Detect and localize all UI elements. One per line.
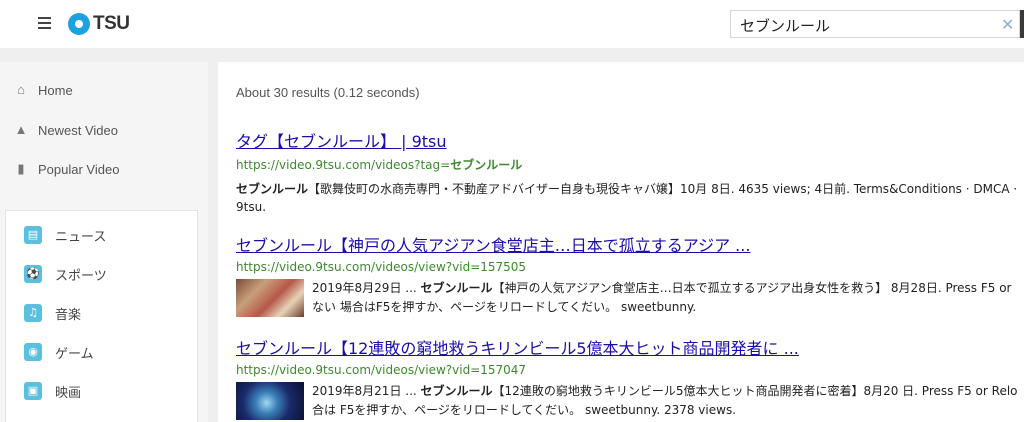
search-input[interactable]	[740, 16, 990, 34]
result-url: https://video.9tsu.com/videos/view?vid=1…	[236, 260, 527, 274]
film-icon: ▣	[24, 382, 42, 400]
sidebar: ⌂ Home ▲ Newest Video ▮ Popular Video ▤ …	[0, 62, 208, 422]
sidebar-item-label: Popular Video	[38, 161, 120, 177]
soccer-ball-icon: ⚽	[24, 265, 42, 283]
result-snippet: 2019年8月29日 ... セブンルール【神戸の人気アジアン食堂店主…日本で孤…	[312, 281, 1012, 314]
result-snippet: 2019年8月21日 ... セブンルール【12連敗の窮地救うキリンビール5億本…	[312, 384, 1018, 417]
category-item-sports[interactable]: ⚽ スポーツ	[24, 263, 107, 285]
hamburger-menu-icon[interactable]	[38, 17, 51, 29]
thumbs-up-icon: ▮	[17, 161, 25, 176]
category-item-music[interactable]: ♫ 音楽	[24, 302, 81, 324]
video-thumbnail[interactable]	[236, 382, 304, 420]
result-title-link[interactable]: タグ【セブンルール】 | 9tsu	[236, 128, 1024, 152]
result-item: タグ【セブンルール】 | 9tsu https://video.9tsu.com…	[236, 128, 1024, 216]
sidebar-item-popular-video[interactable]: ▮ Popular Video	[14, 159, 119, 179]
search-button[interactable]	[1020, 10, 1024, 38]
logo-pin-icon	[68, 13, 90, 35]
category-label: 音楽	[55, 307, 82, 323]
sidebar-divider	[208, 62, 218, 422]
category-label: ゲーム	[55, 346, 94, 362]
category-item-games[interactable]: ◉ ゲーム	[24, 341, 94, 363]
result-url: https://video.9tsu.com/videos?tag=セブンルール	[236, 158, 523, 172]
logo-text: TSU	[93, 13, 130, 34]
gamepad-icon: ◉	[24, 343, 42, 361]
category-list: ▤ ニュース ⚽ スポーツ ♫ 音楽 ◉ ゲーム ▣ 映画	[5, 210, 198, 422]
search-box: ✕	[730, 10, 1020, 38]
site-logo[interactable]: TSU	[68, 11, 130, 37]
result-title-link[interactable]: セブンルール【12連敗の窮地救うキリンビール5億本大ヒット商品開発者に ...	[236, 335, 1024, 359]
result-title-link[interactable]: セブンルール【神戸の人気アジアン食堂店主…日本で孤立するアジア ...	[236, 232, 1024, 256]
video-thumbnail[interactable]	[236, 279, 304, 317]
result-stats: About 30 results (0.12 seconds)	[236, 85, 420, 100]
category-item-news[interactable]: ▤ ニュース	[24, 224, 106, 246]
result-snippet: セブンルール【歌舞伎町の水商売専門・不動産アドバイザー自身も現役キャバ嬢】10月…	[236, 182, 1018, 214]
sidebar-item-label: Newest Video	[38, 122, 118, 138]
search-results: About 30 results (0.12 seconds) タグ【セブンルー…	[218, 62, 1024, 422]
category-label: スポーツ	[55, 268, 107, 284]
category-label: 映画	[55, 385, 82, 401]
sidebar-item-home[interactable]: ⌂ Home	[14, 80, 73, 100]
result-item: セブンルール【12連敗の窮地救うキリンビール5億本大ヒット商品開発者に ... …	[236, 335, 1024, 420]
home-icon: ⌂	[17, 82, 25, 97]
fire-icon: ▲	[14, 122, 28, 137]
result-url: https://video.9tsu.com/videos/view?vid=1…	[236, 363, 527, 377]
news-icon: ▤	[24, 226, 42, 244]
music-note-icon: ♫	[24, 304, 42, 322]
top-bar: TSU ✕	[0, 0, 1024, 48]
clear-search-icon[interactable]: ✕	[1001, 18, 1015, 34]
category-label: ニュース	[55, 229, 107, 245]
category-item-movies[interactable]: ▣ 映画	[24, 380, 81, 402]
sidebar-item-newest-video[interactable]: ▲ Newest Video	[14, 120, 118, 140]
result-item: セブンルール【神戸の人気アジアン食堂店主…日本で孤立するアジア ... http…	[236, 232, 1024, 317]
sidebar-item-label: Home	[38, 82, 73, 98]
header-divider	[0, 48, 1024, 62]
